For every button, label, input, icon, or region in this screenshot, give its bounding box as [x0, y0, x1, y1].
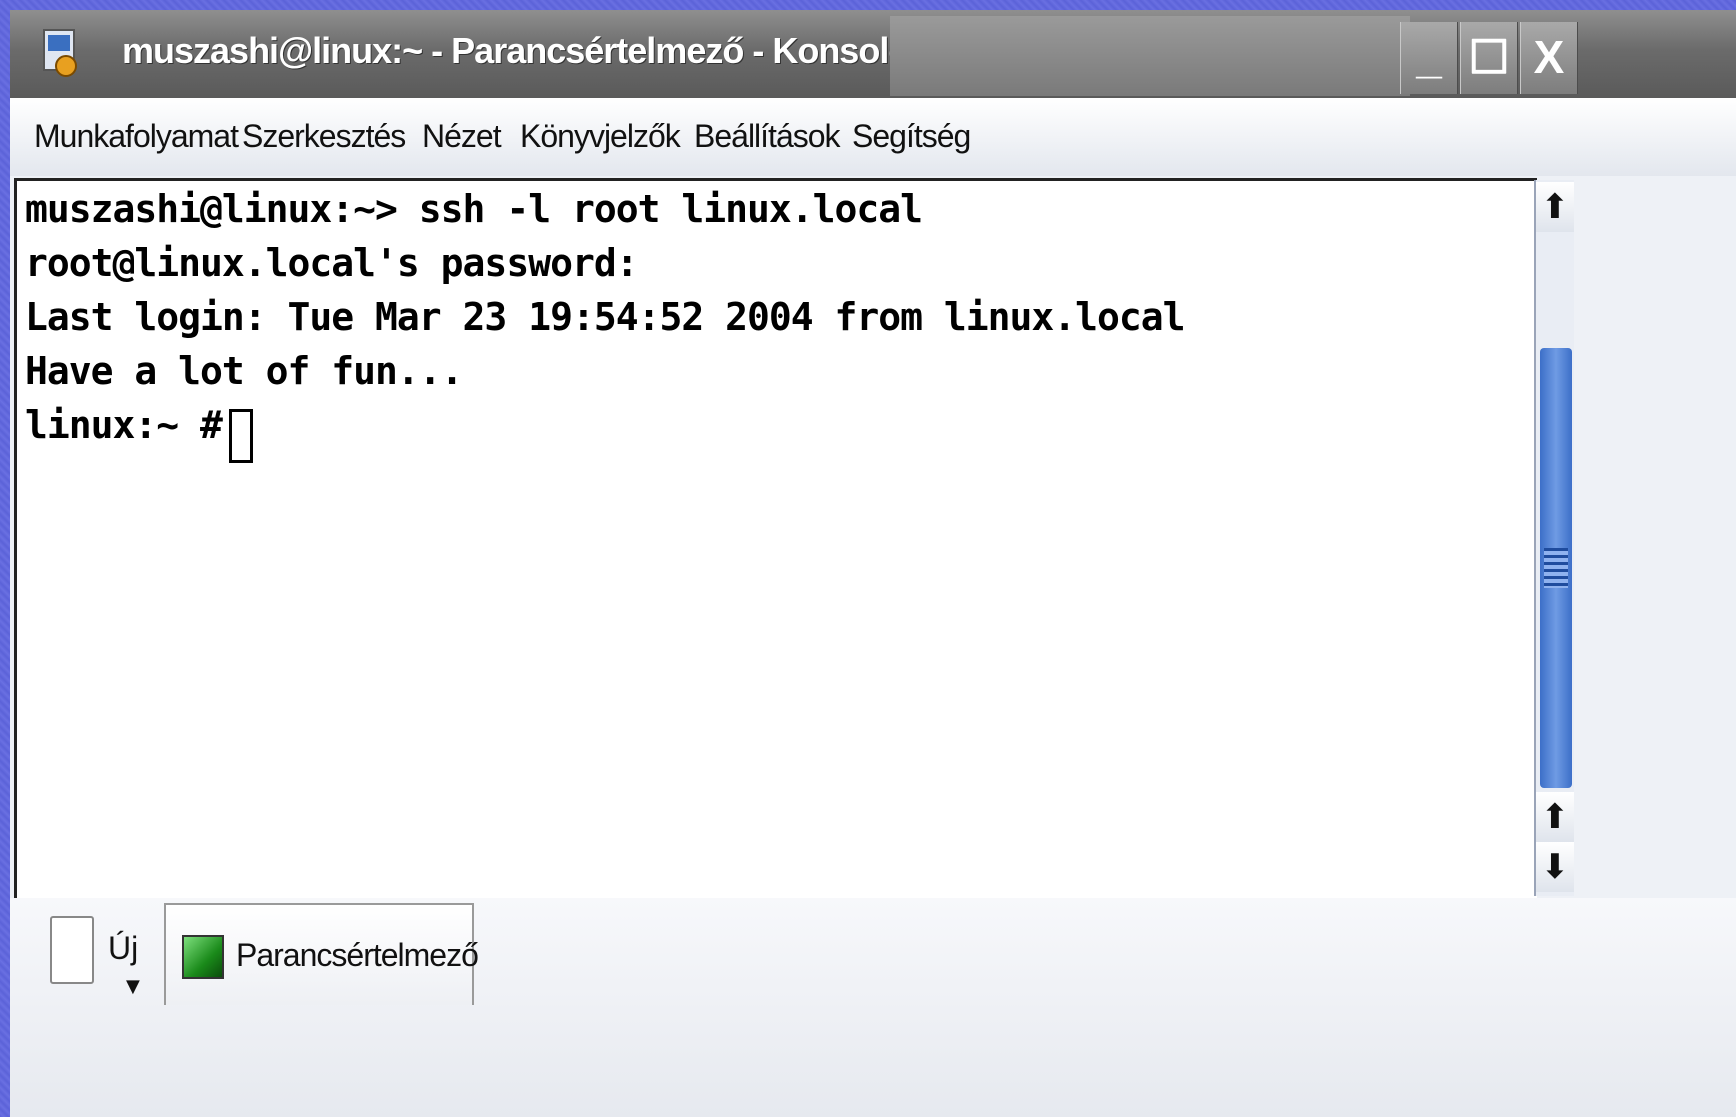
konsole-app-icon[interactable]	[38, 26, 84, 80]
new-session-button[interactable]: Új ▼	[30, 908, 158, 998]
close-button[interactable]: X	[1520, 22, 1578, 94]
new-session-label: Új	[108, 930, 139, 966]
scroll-page-up-icon[interactable]: ⬆	[1536, 792, 1574, 842]
menu-item-edit[interactable]: Szerkesztés	[242, 118, 406, 155]
terminal-icon	[182, 935, 224, 979]
dropdown-arrow-icon[interactable]: ▼	[126, 976, 140, 997]
maximize-button[interactable]: ☐	[1460, 22, 1518, 94]
title-bar-fill	[890, 16, 1410, 96]
menu-item-session[interactable]: Munkafolyamat	[34, 118, 239, 155]
new-document-icon	[50, 916, 94, 984]
terminal-prompt: linux:~ #	[25, 403, 223, 447]
terminal-line: root@linux.local's password:	[25, 241, 639, 285]
scroll-page-down-icon[interactable]: ⬇	[1536, 842, 1574, 892]
window-title: muszashi@linux:~ - Parancsértelmező - Ko…	[122, 30, 976, 71]
scroll-grip-icon	[1544, 548, 1568, 588]
minimize-button[interactable]: _	[1400, 22, 1458, 94]
terminal-line: Last login: Tue Mar 23 19:54:52 2004 fro…	[25, 295, 1186, 339]
title-bar[interactable]: muszashi@linux:~ - Parancsértelmező - Ko…	[10, 10, 1736, 98]
tab-shell[interactable]: Parancsértelmező	[164, 903, 479, 1005]
terminal-line: Have a lot of fun...	[25, 349, 464, 393]
terminal-line: muszashi@linux:~> ssh -l root linux.loca…	[25, 187, 923, 231]
tab-label: Parancsértelmező	[236, 937, 479, 973]
menu-item-settings[interactable]: Beállítások	[694, 118, 841, 155]
scroll-thumb[interactable]	[1540, 348, 1572, 788]
konsole-window: muszashi@linux:~ - Parancsértelmező - Ko…	[10, 10, 1736, 1117]
vertical-scrollbar[interactable]: ⬆ ⬆ ⬇	[1534, 180, 1574, 896]
terminal-output[interactable]: muszashi@linux:~> ssh -l root linux.loca…	[14, 178, 1537, 901]
terminal-cursor	[229, 409, 253, 463]
menu-item-bookmarks[interactable]: Könyvjelzők	[520, 118, 681, 155]
scroll-up-icon[interactable]: ⬆	[1536, 182, 1574, 232]
menu-item-view[interactable]: Nézet	[422, 118, 502, 155]
menu-item-help[interactable]: Segítség	[852, 118, 971, 155]
